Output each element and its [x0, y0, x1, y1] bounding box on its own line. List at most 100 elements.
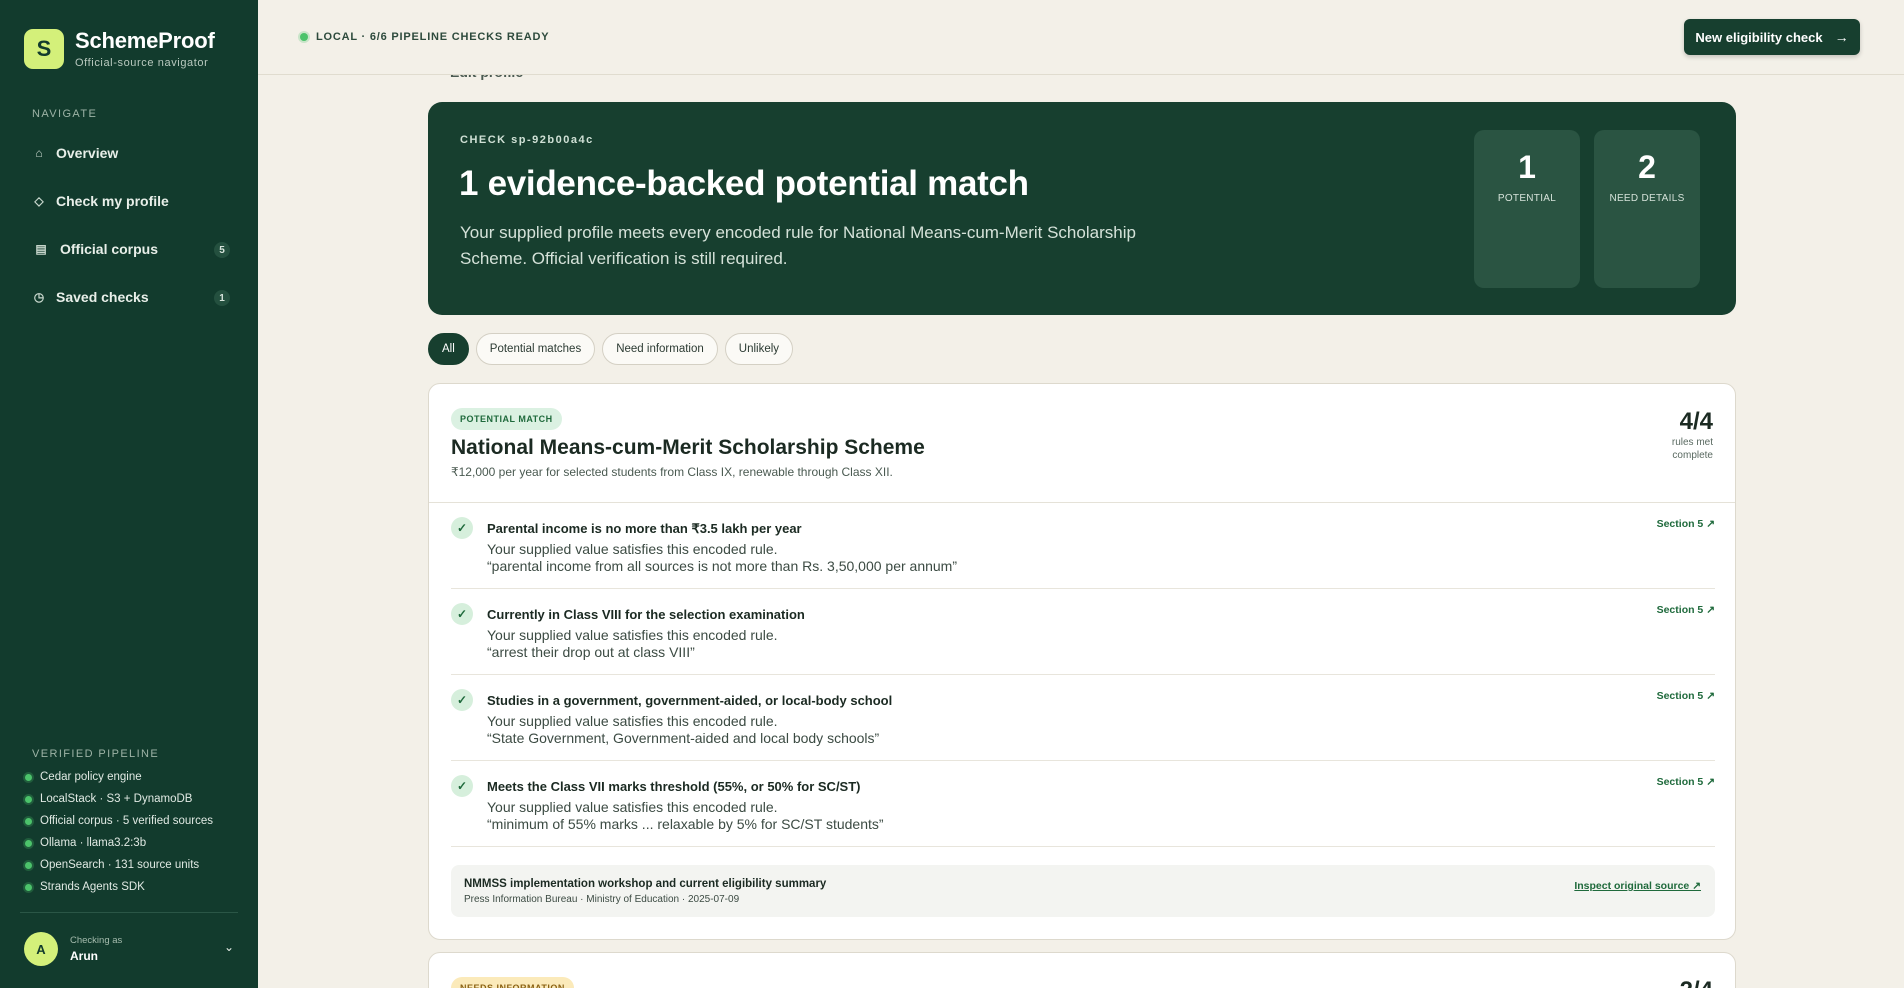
inspect-source-link[interactable]: Inspect original source ↗: [1574, 880, 1701, 892]
stat-label: POTENTIAL: [1497, 193, 1557, 204]
rule-quote: “State Government, Government-aided and …: [487, 730, 880, 746]
chevron-down-icon[interactable]: ⌄: [224, 940, 234, 954]
filter-all[interactable]: All: [428, 333, 469, 365]
clock-icon: ◷: [33, 290, 45, 304]
sidebar-item-check-profile[interactable]: ◇ Check my profile: [20, 177, 230, 225]
check-id: CHECK sp-92b00a4c: [460, 134, 594, 146]
source-title: NMMSS implementation workshop and curren…: [464, 878, 827, 890]
pipeline-item: OpenSearch · 131 source units: [25, 854, 213, 876]
section-link[interactable]: Section 5 ↗: [1657, 604, 1715, 616]
stat-need-details: 2 NEED DETAILS: [1594, 130, 1700, 288]
rule-row: ✓ Parental income is no more than ₹3.5 l…: [451, 503, 1715, 589]
top-bar: LOCAL · 6/6 PIPELINE CHECKS READY New el…: [258, 0, 1904, 75]
rule-quote: “parental income from all sources is not…: [487, 558, 958, 574]
pipeline-status: LOCAL · 6/6 PIPELINE CHECKS READY: [300, 31, 549, 43]
user-label: Checking as: [70, 935, 123, 946]
pipeline-item: Official corpus · 5 verified sources: [25, 810, 213, 832]
filter-need-information[interactable]: Need information: [602, 333, 718, 365]
brand[interactable]: S SchemeProof Official-source navigator: [24, 28, 215, 69]
section-link[interactable]: Section 5 ↗: [1657, 776, 1715, 788]
pipeline-item: Strands Agents SDK: [25, 876, 213, 898]
sidebar: S SchemeProof Official-source navigator …: [0, 0, 258, 988]
check-icon: ✓: [451, 775, 473, 797]
pipeline-heading: VERIFIED PIPELINE: [32, 748, 160, 760]
results-summary-hero: CHECK sp-92b00a4c 1 evidence-backed pote…: [428, 102, 1736, 315]
source-meta: Press Information Bureau · Ministry of E…: [464, 894, 740, 905]
pipeline-item-label: Strands Agents SDK: [40, 881, 145, 893]
sidebar-item-label: Saved checks: [56, 289, 149, 305]
sidebar-item-label: Official corpus: [60, 241, 159, 257]
nav-heading: NAVIGATE: [32, 108, 98, 120]
user-switcher[interactable]: A Checking as Arun ⌄: [24, 932, 234, 966]
rule-title: Parental income is no more than ₹3.5 lak…: [487, 521, 802, 536]
rule-description: Your supplied value satisfies this encod…: [487, 541, 778, 557]
rule-quote: “minimum of 55% marks ... relaxable by 5…: [487, 816, 884, 832]
rules-score: 4/4 rules met complete: [1672, 408, 1713, 462]
result-card: POTENTIAL MATCH National Means-cum-Merit…: [428, 383, 1736, 940]
sidebar-item-label: Overview: [56, 145, 119, 161]
score-value: 2/4: [1680, 977, 1713, 988]
sidebar-item-label: Check my profile: [56, 193, 169, 209]
sidebar-item-saved-checks[interactable]: ◷ Saved checks 1: [20, 273, 230, 321]
sidebar-item-official-corpus[interactable]: ▤ Official corpus 5: [20, 225, 230, 273]
stat-value: 2: [1638, 149, 1656, 185]
new-eligibility-check-button[interactable]: New eligibility check →: [1684, 19, 1860, 55]
pipeline-item-label: LocalStack · S3 + DynamoDB: [40, 793, 193, 805]
filter-potential-matches[interactable]: Potential matches: [475, 333, 596, 365]
pipeline-item: LocalStack · S3 + DynamoDB: [25, 788, 213, 810]
rule-row: ✓ Currently in Class VIII for the select…: [451, 589, 1715, 675]
result-card: NEEDS INFORMATION 2/4: [428, 952, 1736, 988]
status-dot-icon: [25, 773, 32, 781]
pipeline-item: Cedar policy engine: [25, 766, 213, 788]
check-icon: ✓: [451, 603, 473, 625]
hero-description: Your supplied profile meets every encode…: [460, 223, 1136, 268]
pipeline-item-label: OpenSearch · 131 source units: [40, 859, 200, 871]
result-filters: All Potential matches Need information U…: [428, 333, 800, 365]
home-icon: ⌂: [35, 146, 43, 160]
count-badge: 1: [214, 290, 230, 306]
status-dot-icon: [300, 33, 308, 41]
scheme-title: National Means-cum-Merit Scholarship Sch…: [451, 436, 925, 459]
status-dot-icon: [25, 795, 32, 803]
rule-title: Meets the Class VII marks threshold (55%…: [487, 779, 861, 794]
pipeline-item: Ollama · llama3.2:3b: [25, 832, 213, 854]
pipeline-item-label: Ollama · llama3.2:3b: [40, 837, 147, 849]
diamond-icon: ◇: [34, 194, 44, 208]
rule-quote: “arrest their drop out at class VIII”: [487, 644, 695, 660]
section-link[interactable]: Section 5 ↗: [1657, 518, 1715, 530]
section-link[interactable]: Section 5 ↗: [1657, 690, 1715, 702]
status-dot-icon: [25, 861, 32, 869]
status-badge: NEEDS INFORMATION: [451, 977, 574, 988]
rule-row: ✓ Meets the Class VII marks threshold (5…: [451, 761, 1715, 847]
sidebar-divider: [20, 912, 238, 913]
pipeline-status-label: LOCAL · 6/6 PIPELINE CHECKS READY: [316, 31, 550, 43]
sidebar-item-overview[interactable]: ⌂ Overview: [20, 129, 230, 177]
brand-logo: S: [24, 28, 64, 69]
sidebar-nav: ⌂ Overview ◇ Check my profile ▤ Official…: [20, 129, 230, 321]
score-value: 4/4: [1679, 408, 1713, 435]
check-icon: ✓: [451, 689, 473, 711]
source-box: NMMSS implementation workshop and curren…: [451, 865, 1715, 917]
score-label: rules met: [1671, 437, 1713, 448]
brand-tagline: Official-source navigator: [75, 57, 209, 69]
stat-label: NEED DETAILS: [1609, 193, 1685, 204]
pipeline-item-label: Official corpus · 5 verified sources: [40, 815, 213, 827]
user-name: Arun: [70, 949, 98, 963]
rule-row: ✓ Studies in a government, government-ai…: [451, 675, 1715, 761]
rule-description: Your supplied value satisfies this encod…: [487, 713, 778, 729]
filter-unlikely[interactable]: Unlikely: [724, 333, 794, 365]
rule-title: Studies in a government, government-aide…: [487, 693, 893, 708]
new-check-label: New eligibility check: [1695, 29, 1823, 45]
stat-value: 1: [1518, 149, 1536, 185]
scheme-subtitle: ₹12,000 per year for selected students f…: [451, 465, 893, 479]
rule-description: Your supplied value satisfies this encod…: [487, 627, 778, 643]
status-badge: POTENTIAL MATCH: [451, 408, 562, 430]
page-title: 1 evidence-backed potential match: [459, 164, 1029, 203]
status-dot-icon: [25, 839, 32, 847]
avatar: A: [24, 932, 58, 966]
stat-potential: 1 POTENTIAL: [1474, 130, 1580, 288]
arrow-right-icon: →: [1834, 29, 1849, 45]
rule-description: Your supplied value satisfies this encod…: [487, 799, 778, 815]
status-dot-icon: [25, 817, 32, 825]
document-stack-icon: ▤: [35, 242, 47, 256]
